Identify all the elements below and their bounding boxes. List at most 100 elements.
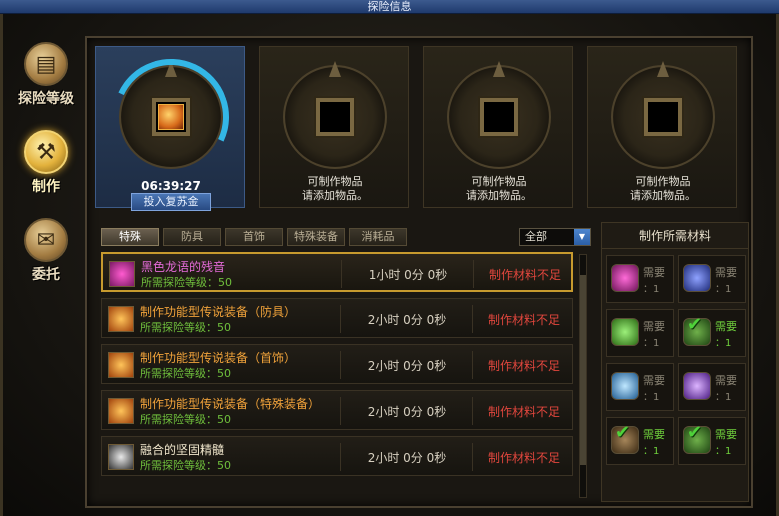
material-count: ：1 [643,446,660,457]
material-need: 需要 [643,320,665,333]
recipe-status: 制作材料不足 [487,313,560,327]
material-need: 需要 [643,428,665,441]
materials-panel: 制作所需材料 需要 ：1 需要 ：1 需要 ：1 ✔ 需要 ：1 需要 ：1 需… [601,222,749,502]
divider [472,351,473,379]
recipe-time: 2小时 0分 0秒 [367,313,447,327]
divider [340,443,341,471]
legendary-box-icon [108,352,134,378]
material-slot[interactable]: 需要 ：1 [606,255,674,303]
material-slot[interactable]: ✔ 需要 ：1 [678,417,746,465]
material-need: 需要 [715,428,737,441]
recipe-row[interactable]: 制作功能型传说装备（首饰） 所需探险等级：50 2小时 0分 0秒 制作材料不足 [101,344,573,384]
nav-item-commission[interactable]: ✉ 委托 [11,218,81,298]
scrollbar-thumb[interactable] [580,275,586,465]
divider [340,397,341,425]
magenta-orb-icon [611,264,639,292]
recipe-name: 融合的坚固精髓 [140,443,225,457]
violet-orb-icon [683,372,711,400]
tab-special-equipment[interactable]: 特殊装备 [287,228,345,246]
check-icon: ✔ [687,314,703,335]
material-need: 需要 [715,266,737,279]
recipe-name: 制作功能型传说装备（特殊装备） [140,397,321,411]
nav-item-craft[interactable]: ⚒ 制作 [11,130,81,210]
recipe-level: 所需探险等级：50 [140,459,231,472]
legendary-box-icon [108,398,134,424]
slot-message-line2: 请添加物品。 [302,189,368,202]
craft-slot-4[interactable]: 可制作物品 请添加物品。 [587,46,737,208]
green-orb-icon [611,318,639,346]
divider [340,305,341,333]
recipe-status: 制作材料不足 [487,451,560,465]
nav-label: 制作 [32,179,60,195]
nav-label: 委托 [32,267,60,283]
window-title: 探险信息 [0,0,779,14]
recipe-status: 制作材料不足 [488,268,561,282]
material-slot[interactable]: ✔ 需要 ：1 [678,309,746,357]
slot-message: 可制作物品 请添加物品。 [424,175,574,203]
tab-armor[interactable]: 防具 [163,228,221,246]
material-count: ：1 [715,284,732,295]
envelope-icon: ✉ [24,218,68,262]
recipe-row[interactable]: 制作功能型传说装备（防具） 所需探险等级：50 2小时 0分 0秒 制作材料不足 [101,298,573,338]
craft-timer: 06:39:27 [141,179,201,193]
nav-label: 探险等级 [18,91,74,107]
material-count: ：1 [715,446,732,457]
material-slot[interactable]: 需要 ：1 [606,309,674,357]
material-slot[interactable]: 需要 ：1 [606,363,674,411]
material-count: ：1 [715,338,732,349]
material-need: 需要 [643,266,665,279]
recipe-row[interactable]: 制作功能型传说装备（特殊装备） 所需探险等级：50 2小时 0分 0秒 制作材料… [101,390,573,430]
recipe-list: 黑色龙语的残音 所需探险等级：50 1小时 0分 0秒 制作材料不足 制作功能型… [101,252,587,502]
materials-title: 制作所需材料 [602,223,748,249]
slot-message-line1: 可制作物品 [307,175,363,188]
slot-message: 可制作物品 请添加物品。 [260,175,410,203]
progress-ring [96,42,246,192]
tab-consumable[interactable]: 消耗品 [349,228,407,246]
blue-orb-icon [683,264,711,292]
material-slot[interactable]: ✔ 需要 ：1 [606,417,674,465]
material-count: ：1 [715,392,732,403]
empty-slot-frame [480,98,518,136]
check-icon: ✔ [615,422,631,443]
material-slot[interactable]: 需要 ：1 [678,363,746,411]
recipe-row[interactable]: 融合的坚固精髓 所需探险等级：50 2小时 0分 0秒 制作材料不足 [101,436,573,476]
recipe-name: 制作功能型传说装备（防具） [140,305,297,319]
craft-panel: 06:39:27 投入复苏金 可制作物品 请添加物品。 可制作物品 请添加物品。… [85,36,753,508]
divider [472,443,473,471]
filter-dropdown[interactable]: 全部 ▼ [519,228,591,246]
tab-special[interactable]: 特殊 [101,228,159,246]
window-frame: ▤ 探险等级 ⚒ 制作 ✉ 委托 06:39:27 投入复苏金 可制作物品 请添… [0,14,779,516]
slot-message-line2: 请添加物品。 [466,189,532,202]
material-need: 需要 [643,374,665,387]
slot-message-line1: 可制作物品 [471,175,527,188]
check-icon: ✔ [687,422,703,443]
tab-accessory[interactable]: 首饰 [225,228,283,246]
slot-message-line2: 请添加物品。 [630,189,696,202]
craft-slot-2[interactable]: 可制作物品 请添加物品。 [259,46,409,208]
essence-icon [108,444,134,470]
craft-slots: 06:39:27 投入复苏金 可制作物品 请添加物品。 可制作物品 请添加物品。… [95,42,747,218]
invest-revival-gold-button[interactable]: 投入复苏金 [131,193,211,211]
material-slot[interactable]: 需要 ：1 [678,255,746,303]
empty-slot-frame [644,98,682,136]
empty-slot-frame [316,98,354,136]
recipe-level: 所需探险等级：50 [141,276,232,289]
craft-slot-3[interactable]: 可制作物品 请添加物品。 [423,46,573,208]
list-scrollbar[interactable] [579,254,587,498]
nav-item-adventure-level[interactable]: ▤ 探险等级 [11,42,81,122]
recipe-row[interactable]: 黑色龙语的残音 所需探险等级：50 1小时 0分 0秒 制作材料不足 [101,252,573,292]
recipe-time: 1小时 0分 0秒 [368,268,448,282]
recipe-level: 所需探险等级：50 [140,413,231,426]
craft-slot-1[interactable]: 06:39:27 投入复苏金 [95,42,246,211]
scroll-icon: ▤ [24,42,68,86]
recipe-name: 黑色龙语的残音 [141,260,226,274]
recipe-level: 所需探险等级：50 [140,367,231,380]
material-count: ：1 [643,338,660,349]
divider [473,260,474,288]
divider [341,260,342,288]
divider [472,397,473,425]
filter-value: 全部 [525,230,547,243]
slot-ring [447,61,551,169]
slot-ring [611,61,715,169]
recipe-time: 2小时 0分 0秒 [367,359,447,373]
